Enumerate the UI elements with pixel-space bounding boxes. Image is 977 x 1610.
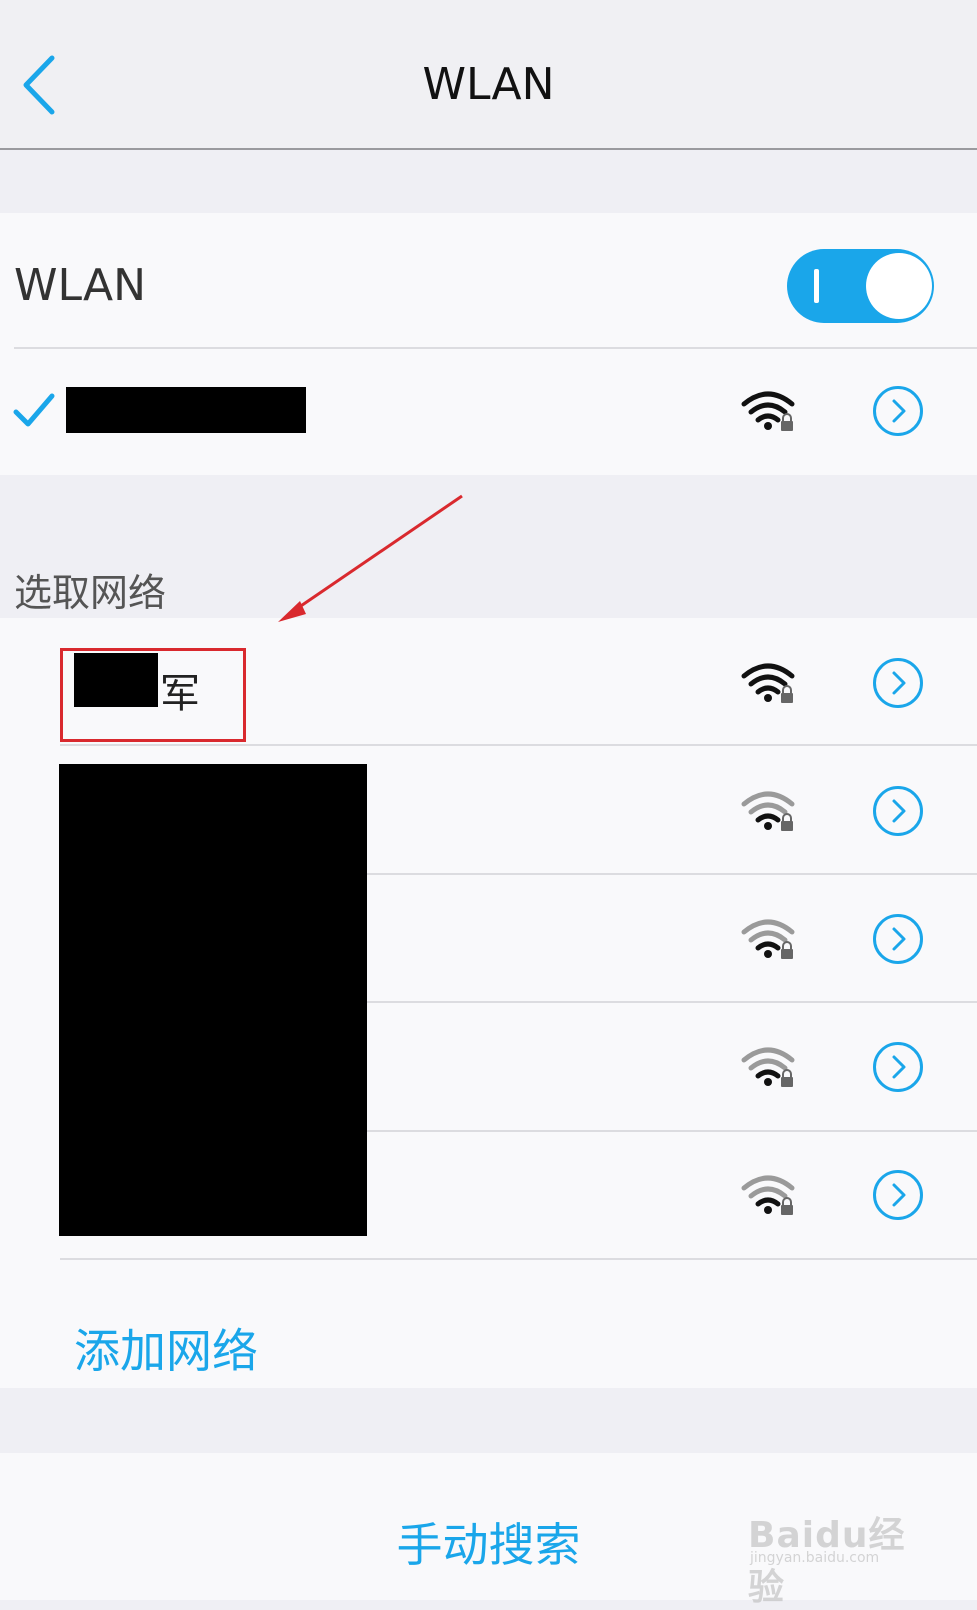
annotation-highlight-box: [60, 648, 246, 742]
wifi-weak-lock-icon: [740, 916, 796, 962]
toggle-on-indicator: [814, 269, 819, 303]
add-network-button[interactable]: 添加网络: [74, 1318, 258, 1384]
network-info-button[interactable]: [873, 914, 923, 964]
navigation-bar: WLAN: [0, 0, 977, 150]
network-info-button[interactable]: [873, 386, 923, 436]
chevron-right-icon: [892, 1055, 906, 1079]
baidu-watermark: Baidu经验 jingyan.baidu.com: [748, 1500, 938, 1608]
chevron-right-icon: [892, 927, 906, 951]
network-info-button[interactable]: [873, 658, 923, 708]
wifi-weak-lock-icon: [740, 1172, 796, 1218]
network-info-button[interactable]: [873, 1042, 923, 1092]
wlan-toggle[interactable]: [787, 249, 934, 323]
wlan-toggle-label: WLAN: [14, 260, 147, 311]
redacted-network-names: [59, 764, 367, 1236]
checkmark-icon: [12, 388, 56, 432]
redacted-network-name: [66, 387, 306, 433]
chevron-right-icon: [892, 1183, 906, 1207]
wifi-weak-lock-icon: [740, 1044, 796, 1090]
toggle-knob: [866, 253, 932, 319]
chevron-right-icon: [892, 671, 906, 695]
wifi-weak-lock-icon: [740, 788, 796, 834]
page-title: WLAN: [422, 59, 555, 110]
network-info-button[interactable]: [873, 786, 923, 836]
wifi-lock-icon: [740, 660, 796, 706]
chevron-right-icon: [892, 399, 906, 423]
wifi-lock-icon: [740, 388, 796, 434]
chevron-right-icon: [892, 799, 906, 823]
divider: [14, 347, 977, 349]
watermark-subtext: jingyan.baidu.com: [750, 1550, 880, 1566]
choose-network-header: 选取网络: [14, 571, 167, 615]
network-info-button[interactable]: [873, 1170, 923, 1220]
